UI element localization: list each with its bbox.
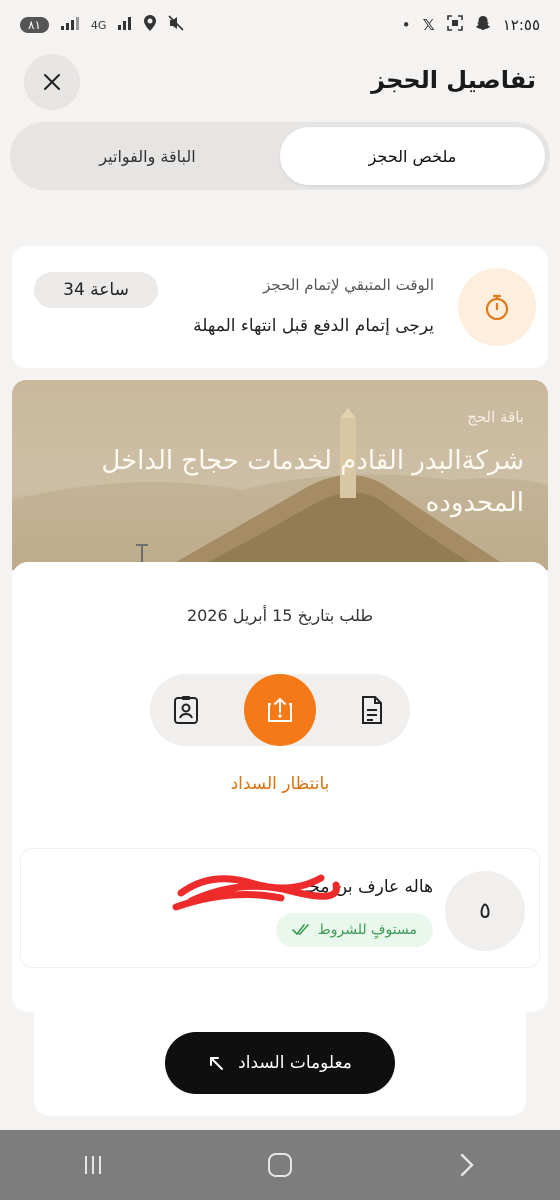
system-nav-bar (0, 1130, 560, 1200)
recent-apps-button[interactable] (63, 1140, 123, 1190)
tab-booking-summary[interactable]: ملخص الحجز (280, 127, 545, 185)
recent-apps-icon (85, 1156, 102, 1174)
signal-icon (60, 16, 79, 34)
timer-title: الوقت المتبقي لإتمام الحجز (263, 276, 434, 294)
back-icon (460, 1153, 474, 1177)
upload-icon (268, 697, 292, 722)
location-icon (144, 15, 157, 35)
double-check-icon (291, 924, 309, 936)
step-id-badge (150, 674, 222, 746)
traveler-number: ٥ (445, 871, 525, 951)
signal-icon-2 (118, 16, 132, 34)
document-icon (362, 696, 382, 724)
payment-info-button[interactable]: معلومات السداد (165, 1032, 395, 1094)
tab-bar: ملخص الحجز الباقة والفواتير (10, 122, 550, 190)
timer-card: الوقت المتبقي لإتمام الحجز يرجى إتمام ال… (12, 246, 548, 368)
request-date: طلب بتاريخ 15 أبريل 2026 (186, 606, 374, 625)
dot-icon: • (401, 16, 411, 34)
package-title: شركةالبدر القادم لخدمات حجاج الداخل المح… (101, 446, 524, 518)
redaction-scribble (172, 874, 340, 911)
home-icon (267, 1153, 292, 1177)
x-app-icon: 𝕏 (422, 16, 435, 34)
payment-info-label: معلومات السداد (238, 1053, 352, 1073)
timer-subtitle: يرجى إتمام الدفع قبل انتهاء المهلة (193, 316, 434, 336)
step-document (336, 674, 408, 746)
traveler-row[interactable]: ٥ هاله عارف بن محـ مستوفٍ للشروط (20, 848, 540, 968)
package-hero: باقة الحج شركةالبدر القادم لخدمات حجاج ا… (12, 380, 548, 570)
header: تفاصيل الحجز (0, 52, 560, 110)
id-badge-icon (174, 696, 198, 724)
arrow-up-left-icon (210, 1057, 224, 1070)
status-left: ٨١ 4G (20, 15, 184, 35)
page-title: تفاصيل الحجز (371, 66, 536, 94)
booking-status: بانتظار السداد (230, 774, 330, 794)
eligibility-text: مستوفٍ للشروط (317, 922, 417, 938)
close-button[interactable] (24, 54, 80, 110)
status-bar: ٨١ 4G • 𝕏 ١٢:٥٥ (0, 0, 560, 50)
booking-card: طلب بتاريخ 15 أبريل 2026 بانتظار السداد … (12, 562, 548, 1012)
hours-left-badge: 34 ساعة (34, 272, 158, 308)
step-upload (244, 674, 316, 746)
battery-indicator: ٨١ (20, 17, 49, 33)
home-button[interactable] (250, 1140, 310, 1190)
clock: ١٢:٥٥ (502, 16, 540, 34)
scan-icon (446, 15, 463, 35)
mute-icon (168, 15, 184, 35)
network-type: 4G (90, 18, 107, 32)
status-right: • 𝕏 ١٢:٥٥ (402, 15, 540, 35)
tab-package-invoices[interactable]: الباقة والفواتير (15, 127, 280, 185)
snapchat-icon (475, 15, 491, 35)
stopwatch-icon (458, 268, 536, 346)
eligibility-badge: مستوفٍ للشروط (275, 913, 433, 947)
package-label: باقة الحج (467, 408, 524, 426)
close-icon (44, 74, 60, 90)
back-button[interactable] (437, 1140, 497, 1190)
